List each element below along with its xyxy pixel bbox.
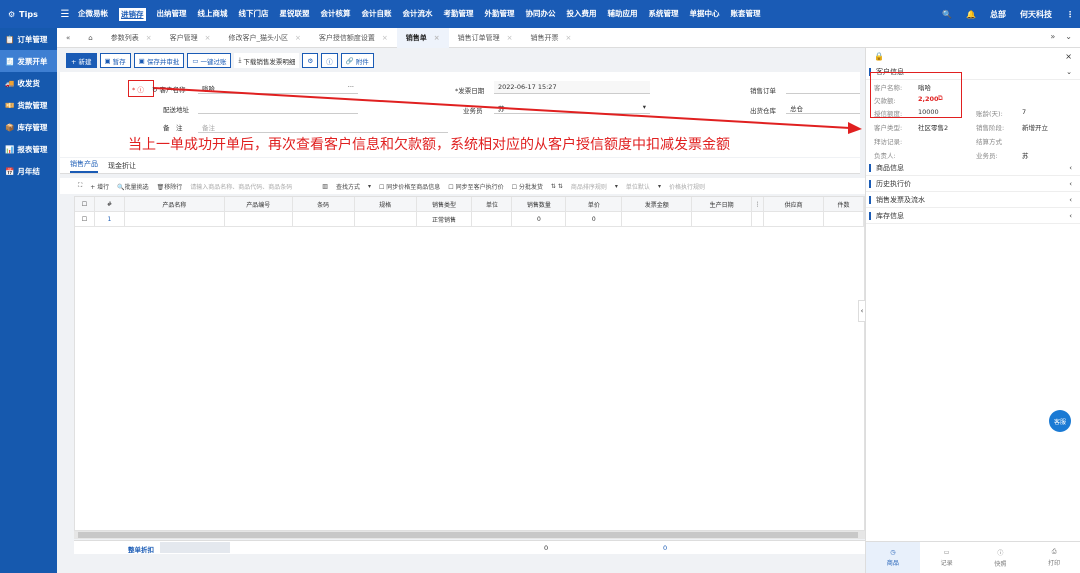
panel-header: 🔒 ×: [866, 48, 1080, 64]
customer-info-body: 客户名称: 嗡哈 欠款额: 2,200 ⧉ 授信额度: 10000 账龄(天):…: [866, 72, 1080, 160]
column-header[interactable]: 产品名称: [125, 197, 225, 211]
product-tab[interactable]: ◷ 商品: [866, 542, 920, 573]
print-tab[interactable]: ⎙ 打印: [1027, 542, 1080, 573]
sync-exec-checkbox[interactable]: ☐ 同步至客户执行价: [448, 182, 503, 191]
column-header[interactable]: 供应商: [764, 197, 825, 211]
sort-icon[interactable]: ⇅ ⇅: [551, 183, 563, 190]
table-row[interactable]: ☐ 1 正常销售 0 0: [75, 212, 864, 227]
product-grid: ☐ # 产品名称 产品编号 条码 规格 销售类型 单位 销售数量 单价 发票金额 生产日期 ⋮ 供应商 件数…: [74, 196, 865, 531]
column-header[interactable]: 条码: [293, 197, 355, 211]
scroll-thumb[interactable]: [78, 532, 858, 538]
panel-collapse-icon[interactable]: ‹: [858, 300, 866, 322]
search-icon: 🔍: [117, 183, 125, 191]
caret-down-icon: ▾: [367, 182, 371, 190]
customer-service-button[interactable]: 客服: [1049, 410, 1071, 432]
column-header[interactable]: 生产日期: [692, 197, 753, 211]
table-cell: [355, 212, 417, 226]
barcode-icon[interactable]: ▥: [322, 183, 328, 190]
unit-default-select[interactable]: 单位默认: [626, 182, 650, 191]
lock-icon[interactable]: 🔒: [874, 52, 884, 61]
discount-label: 整单折扣: [128, 546, 154, 554]
chevron-down-icon: ⌄: [1066, 67, 1072, 76]
product-search-input[interactable]: 请输入商品名称、商品代码、商品条码: [190, 182, 314, 191]
batch-select-button[interactable]: 🔍批量挑选: [117, 182, 149, 191]
close-icon[interactable]: ×: [1065, 52, 1072, 61]
annotation-text: 当上一单成功开单后，再次查看客户信息和欠款额，系统相对应的从客户授信额度中扣减发…: [128, 137, 730, 153]
caret-down-icon: ▾: [614, 182, 618, 190]
grid-header: ☐ # 产品名称 产品编号 条码 规格 销售类型 单位 销售数量 单价 发票金额 生产日期 ⋮ 供应商 件数: [75, 197, 864, 212]
column-header[interactable]: 单位: [472, 197, 513, 211]
panel-bottom-bar: ◷ 商品 ▭ 记录 ⓘ 快照 ⎙ 打印: [866, 541, 1080, 573]
print-icon: ⎙: [1051, 548, 1057, 555]
section-stock-info[interactable]: 库存信息 ‹: [866, 208, 1080, 224]
right-panel: 🔒 × 客户信息 ⌄ 客户名称: 嗡哈 欠款额: 2,200 ⧉ 授信额度: 100…: [858, 48, 1080, 573]
caret-down-icon: ▾: [657, 182, 661, 190]
grid-footer: 整单折扣 0 0: [74, 540, 865, 554]
table-cell: [293, 212, 355, 226]
column-header[interactable]: 单价: [566, 197, 623, 211]
column-header[interactable]: 产品编号: [225, 197, 293, 211]
record-icon: ▭: [943, 548, 950, 556]
grid-toolbar: ⛶ + 增行 🔍批量挑选 🗑移除行 请输入商品名称、商品代码、商品条码 ▥ 查找…: [60, 178, 865, 194]
sub-tab[interactable]: 销售产品: [70, 159, 98, 173]
column-header[interactable]: 规格: [355, 197, 417, 211]
table-cell[interactable]: ☐: [75, 212, 95, 226]
table-cell: [472, 212, 513, 226]
batch-ship-checkbox[interactable]: ☐ 分批发货: [512, 182, 543, 191]
table-cell: [752, 212, 765, 226]
clock-icon: ◷: [890, 548, 896, 556]
find-mode-select[interactable]: 查找方式: [336, 182, 360, 191]
snapshot-tab[interactable]: ⓘ 快照: [974, 542, 1028, 573]
total-qty: 0: [544, 544, 549, 552]
delete-row-button[interactable]: 🗑移除行: [157, 182, 183, 191]
table-cell: [622, 212, 693, 226]
expand-icon[interactable]: ⛶: [78, 182, 82, 190]
record-tab[interactable]: ▭ 记录: [920, 542, 974, 573]
table-cell: 1: [95, 212, 125, 226]
section-history-price[interactable]: 历史执行价 ‹: [866, 176, 1080, 192]
table-cell: [824, 212, 864, 226]
section-product-info[interactable]: 商品信息 ‹: [866, 160, 1080, 176]
add-row-button[interactable]: + 增行: [90, 182, 109, 191]
table-cell: [692, 212, 753, 226]
horizontal-scrollbar[interactable]: [74, 531, 865, 539]
age-value: 7: [1022, 108, 1027, 116]
sub-tab[interactable]: 现金折让: [108, 161, 136, 173]
section-invoice-flow[interactable]: 销售发票及流水 ‹: [866, 192, 1080, 208]
external-link-icon[interactable]: ⧉: [938, 94, 943, 103]
total-amount: 0: [663, 544, 668, 552]
sub-tabs: 销售产品 现金折让: [60, 158, 860, 174]
table-cell: 0: [512, 212, 567, 226]
column-header[interactable]: ⋮: [752, 197, 765, 211]
customer-name: 嗡哈: [918, 84, 931, 92]
sync-price-checkbox[interactable]: ☐ 同步价格至商品信息: [379, 182, 440, 191]
info-icon: ⓘ: [997, 549, 1004, 557]
column-header[interactable]: #: [95, 197, 125, 211]
column-header[interactable]: 件数: [824, 197, 864, 211]
sort-rule-select[interactable]: 商品排序规则: [571, 182, 607, 191]
price-rule-select[interactable]: 价格执行规则: [669, 182, 705, 191]
debt-value: 2,200: [918, 95, 939, 103]
table-cell: 0: [566, 212, 623, 226]
table-cell: [225, 212, 293, 226]
column-header[interactable]: 发票金额: [622, 197, 693, 211]
column-header[interactable]: 销售类型: [417, 197, 473, 211]
table-cell: [764, 212, 825, 226]
credit-value: 10000: [918, 108, 939, 116]
column-header[interactable]: 销售数量: [512, 197, 567, 211]
table-cell: [125, 212, 225, 226]
table-cell: 正常销售: [417, 212, 473, 226]
discount-input[interactable]: [160, 542, 230, 553]
column-header[interactable]: ☐: [75, 197, 95, 211]
